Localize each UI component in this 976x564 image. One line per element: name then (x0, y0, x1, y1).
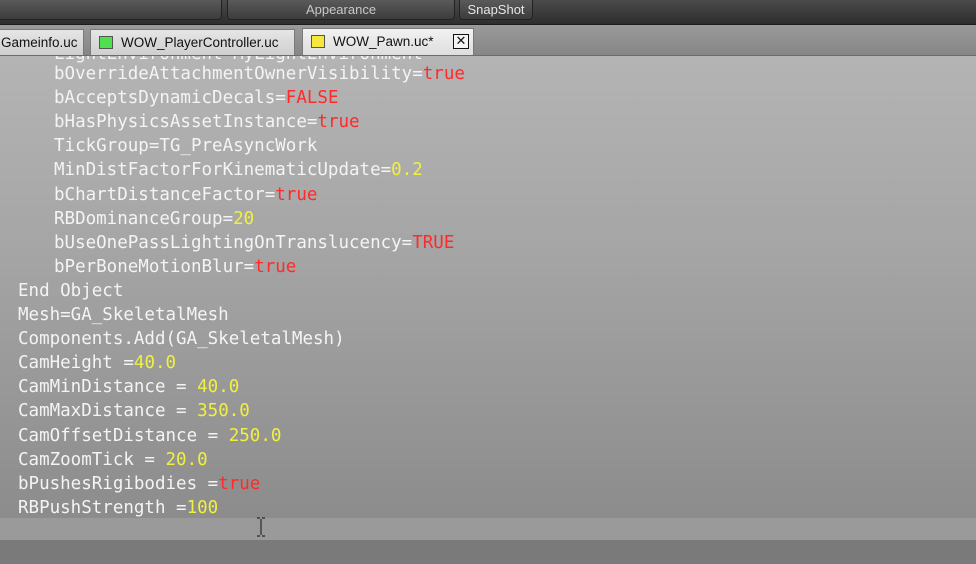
code-line: bHasPhysicsAssetInstance=true (54, 110, 360, 134)
appearance-button[interactable]: Appearance (227, 0, 455, 20)
code-key: RBPushStrength = (18, 497, 187, 518)
code-key: End Object (18, 280, 124, 301)
close-icon[interactable]: ✕ (453, 34, 469, 49)
top-toolbar: Appearance SnapShot (0, 0, 976, 25)
tab-wow-pawn[interactable]: WOW_Pawn.uc* ✕ (302, 28, 474, 55)
code-line: Mesh=GA_SkeletalMesh (18, 303, 229, 327)
code-key: TickGroup=TG_PreAsyncWork (54, 136, 318, 157)
code-key: CamOffsetDistance = (18, 425, 229, 446)
tab-label: WOW_PlayerController.uc (121, 35, 279, 50)
code-number-value: 20 (233, 208, 255, 229)
snapshot-button[interactable]: SnapShot (459, 0, 533, 20)
code-number-value: 40.0 (197, 377, 240, 398)
code-line: bOverrideAttachmentOwnerVisibility=true (54, 62, 465, 86)
yellow-file-icon (311, 35, 325, 48)
tab-wow-playercontroller[interactable]: WOW_PlayerController.uc (90, 29, 295, 55)
code-line: RBDominanceGroup=20 (54, 207, 254, 231)
code-key: bOverrideAttachmentOwnerVisibility= (54, 64, 423, 84)
code-number-value: 350.0 (197, 401, 250, 422)
code-key: bPushesRigibodies = (18, 473, 219, 494)
code-line: CamMaxDistance = 350.0 (18, 399, 250, 423)
code-line: bChartDistanceFactor=true (54, 183, 317, 207)
code-number-value: 0.2 (391, 160, 423, 181)
code-key: bChartDistanceFactor= (54, 184, 276, 205)
code-number-value: 250.0 (228, 425, 282, 446)
tab-label: WOW_Pawn.uc* (333, 34, 434, 49)
code-keyword-value: TRUE (412, 232, 455, 253)
tab-gameinfo[interactable]: Gameinfo.uc (0, 29, 84, 55)
code-line: RBPushStrength =100 (18, 496, 218, 518)
code-line: MinDistFactorForKinematicUpdate=0.2 (54, 158, 423, 182)
code-line: CamOffsetDistance = 250.0 (18, 424, 281, 448)
green-file-icon (99, 36, 113, 49)
code-line: bPerBoneMotionBlur=true (54, 255, 296, 279)
code-keyword-value: true (422, 64, 465, 84)
code-number-value: 40.0 (133, 353, 177, 374)
code-key: bHasPhysicsAssetInstance= (54, 112, 318, 133)
code-key: CamMinDistance = (18, 377, 198, 398)
code-key: CamZoomTick = (18, 449, 166, 470)
code-key: MinDistFactorForKinematicUpdate= (54, 160, 392, 181)
editor-empty-line[interactable] (0, 518, 976, 540)
code-line: bAcceptsDynamicDecals=FALSE (54, 86, 338, 110)
code-key: Components.Add(GA_SkeletalMesh) (18, 329, 345, 350)
code-line: CamZoomTick = 20.0 (18, 448, 208, 472)
code-key: bUseOnePassLightingOnTranslucency= (54, 232, 413, 253)
code-key: Mesh=GA_SkeletalMesh (18, 305, 229, 325)
code-key: CamHeight = (18, 353, 134, 374)
status-bar (0, 540, 976, 564)
code-line: bPushesRigibodies =true (18, 472, 260, 496)
code-number-value: 100 (186, 497, 219, 518)
toolbar-left-button[interactable] (0, 0, 222, 20)
code-line: bUseOnePassLightingOnTranslucency=TRUE (54, 231, 454, 255)
code-line: TickGroup=TG_PreAsyncWork (54, 134, 317, 158)
code-editor[interactable]: LightEnvironment=MyLightEnvironment bOve… (0, 56, 976, 518)
code-line: CamMinDistance = 40.0 (18, 375, 239, 399)
text-cursor-icon (257, 517, 265, 537)
code-keyword-value: true (317, 112, 360, 133)
code-keyword-value: true (218, 473, 261, 494)
code-key: RBDominanceGroup= (54, 208, 234, 229)
code-key: bAcceptsDynamicDecals= (54, 88, 286, 109)
tab-label: Gameinfo.uc (1, 35, 78, 50)
code-keyword-value: true (275, 184, 318, 205)
code-key: CamMaxDistance = (18, 401, 198, 422)
tab-strip: Gameinfo.uc WOW_PlayerController.uc WOW_… (0, 25, 976, 56)
code-number-value: 20.0 (165, 449, 208, 470)
code-keyword-value: true (254, 256, 297, 277)
code-line: Components.Add(GA_SkeletalMesh) (18, 327, 345, 351)
code-keyword-value: FALSE (285, 88, 339, 109)
code-line: End Object (18, 279, 123, 303)
code-key: bPerBoneMotionBlur= (54, 256, 255, 277)
code-line: CamHeight =40.0 (18, 351, 176, 375)
